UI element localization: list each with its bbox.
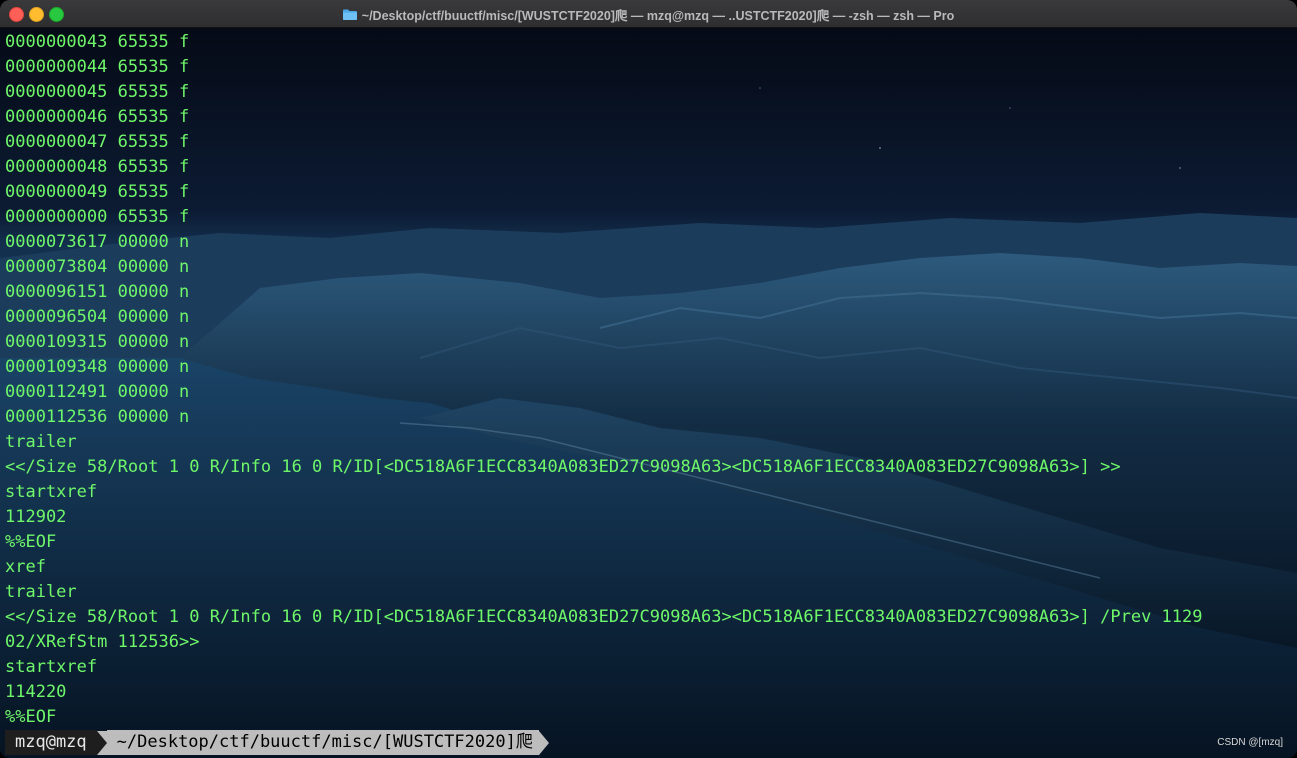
folder-icon (342, 9, 357, 20)
terminal-window: ~/Desktop/ctf/buuctf/misc/[WUSTCTF2020]爬… (0, 0, 1297, 758)
prompt-user: mzq@mzq (5, 730, 97, 755)
terminal-line: 0000073617 00000 n (5, 232, 190, 252)
terminal-line: %%EOF (5, 532, 57, 552)
prompt-separator-arrow (96, 730, 107, 755)
terminal-output[interactable]: 0000000043 65535 f 0000000044 65535 f 0000… (5, 30, 1295, 730)
terminal-line: 0000000043 65535 f (5, 32, 190, 52)
terminal-line: 0000112491 00000 n (5, 382, 190, 402)
terminal-line: xref (5, 557, 46, 577)
watermark: CSDN @[mzq] (1217, 737, 1283, 748)
terminal-line: 114220 (5, 682, 67, 702)
prompt-end-arrow (538, 730, 549, 755)
prompt-directory: ~/Desktop/ctf/buuctf/misc/[WUSTCTF2020]爬 (106, 730, 539, 755)
terminal-line: 0000000049 65535 f (5, 182, 190, 202)
terminal-line: <</Size 58/Root 1 0 R/Info 16 0 R/ID[<DC… (5, 607, 1203, 627)
terminal-line: trailer (5, 432, 77, 452)
shell-prompt[interactable]: mzq@mzq ~/Desktop/ctf/buuctf/misc/[WUSTC… (5, 730, 549, 755)
window-title: ~/Desktop/ctf/buuctf/misc/[WUSTCTF2020]爬… (361, 8, 955, 23)
title-bar[interactable]: ~/Desktop/ctf/buuctf/misc/[WUSTCTF2020]爬… (0, 0, 1297, 28)
terminal-line: <</Size 58/Root 1 0 R/Info 16 0 R/ID[<DC… (5, 457, 1121, 477)
terminal-line: 0000000048 65535 f (5, 157, 190, 177)
terminal-line: startxref (5, 657, 98, 677)
window-title-container: ~/Desktop/ctf/buuctf/misc/[WUSTCTF2020]爬… (0, 0, 1297, 28)
terminal-line: 0000000046 65535 f (5, 107, 190, 127)
terminal-line: 0000000045 65535 f (5, 82, 190, 102)
terminal-line: %%EOF (5, 707, 57, 727)
terminal-line: trailer (5, 582, 77, 602)
terminal-line: 0000112536 00000 n (5, 407, 190, 427)
terminal-line: 02/XRefStm 112536>> (5, 632, 200, 652)
terminal-line: startxref (5, 482, 98, 502)
terminal-line: 112902 (5, 507, 67, 527)
terminal-line: 0000109315 00000 n (5, 332, 190, 352)
terminal-line: 0000000044 65535 f (5, 57, 190, 77)
terminal-line: 0000073804 00000 n (5, 257, 190, 277)
terminal-line: 0000109348 00000 n (5, 357, 190, 377)
terminal-line: 0000096151 00000 n (5, 282, 190, 302)
terminal-line: 0000000047 65535 f (5, 132, 190, 152)
terminal-line: 0000000000 65535 f (5, 207, 190, 227)
terminal-line: 0000096504 00000 n (5, 307, 190, 327)
